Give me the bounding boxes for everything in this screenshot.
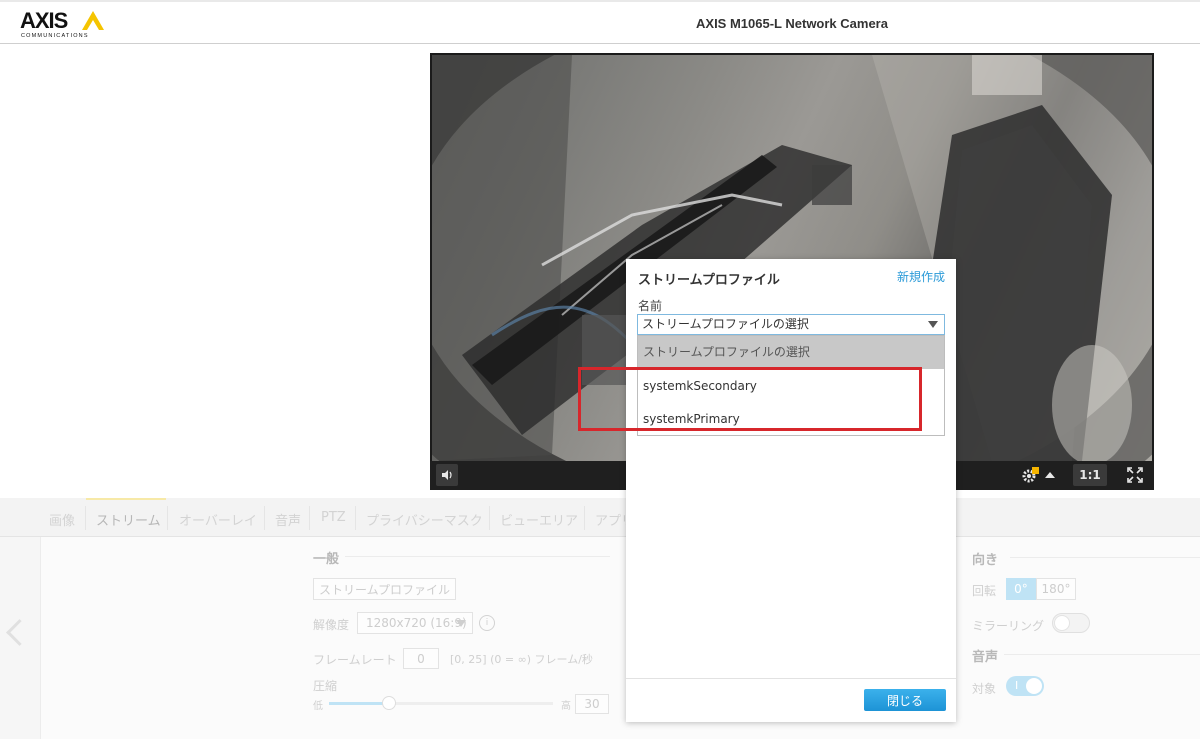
fullscreen-icon[interactable] xyxy=(1124,464,1146,486)
rotation-180-button[interactable]: 180° xyxy=(1036,578,1076,600)
option-placeholder[interactable]: ストリームプロファイルの選択 xyxy=(638,336,944,369)
mirroring-toggle[interactable] xyxy=(1052,613,1090,633)
framerate-label: フレームレート xyxy=(313,653,397,667)
caret-up-icon[interactable] xyxy=(1041,464,1059,486)
tab-overlay[interactable]: オーバーレイ xyxy=(179,510,257,529)
orientation-heading: 向き xyxy=(972,553,999,568)
close-button[interactable]: 閉じる xyxy=(864,689,946,711)
compression-label: 圧縮 xyxy=(313,679,338,693)
dialog-title: ストリームプロファイル xyxy=(638,273,780,288)
audio-target-label: 対象 xyxy=(972,682,997,696)
stream-profile-button[interactable]: ストリームプロファイル xyxy=(313,578,456,600)
compression-low-label: 低 xyxy=(313,701,323,712)
dropdown-arrow-icon xyxy=(928,321,938,328)
tab-image[interactable]: 画像 xyxy=(49,510,75,529)
info-icon[interactable]: i xyxy=(479,615,495,631)
tab-stream[interactable]: ストリーム xyxy=(96,510,161,529)
highlight-box xyxy=(578,367,922,431)
general-heading: 一般 xyxy=(313,552,340,567)
settings-gear-icon[interactable] xyxy=(1019,464,1041,486)
page-title: AXIS M1065-L Network Camera xyxy=(696,16,888,31)
profile-select[interactable]: ストリームプロファイルの選択 xyxy=(637,314,945,335)
tab-audio[interactable]: 音声 xyxy=(275,510,301,529)
ratio-button[interactable]: 1:1 xyxy=(1073,464,1107,486)
resolution-label: 解像度 xyxy=(313,618,350,632)
tab-ptz[interactable]: PTZ xyxy=(321,510,346,525)
compression-high-label: 高 xyxy=(561,701,571,712)
rotation-0-button[interactable]: 0° xyxy=(1006,578,1036,600)
app-header: AXIS COMMUNICATIONS AXIS M1065-L Network… xyxy=(0,0,1200,44)
audio-target-toggle[interactable]: I xyxy=(1006,676,1044,696)
resolution-select[interactable]: 1280x720 (16:9) xyxy=(357,612,473,634)
volume-icon[interactable] xyxy=(436,464,458,486)
new-profile-link[interactable]: 新規作成 xyxy=(897,268,945,285)
framerate-input[interactable]: 0 xyxy=(403,648,439,669)
settings-tabs: 画像 ストリーム オーバーレイ 音声 PTZ プライバシーマスク ビューエリア … xyxy=(0,498,1200,537)
rotation-label: 回転 xyxy=(972,584,997,598)
dropdown-arrow-icon xyxy=(456,620,466,627)
tab-view-area[interactable]: ビューエリア xyxy=(500,510,578,529)
stream-profile-dialog: ストリームプロファイル 新規作成 名前 ストリームプロファイルの選択 ストリーム… xyxy=(626,259,956,722)
audio-heading: 音声 xyxy=(972,650,999,665)
logo-subtext: COMMUNICATIONS xyxy=(21,33,89,39)
framerate-hint: [0, 25] (0 = ∞) フレーム/秒 xyxy=(450,653,593,666)
mirroring-label: ミラーリング xyxy=(972,619,1045,633)
compression-slider[interactable] xyxy=(329,696,553,710)
name-label: 名前 xyxy=(638,299,663,313)
compression-input[interactable]: 30 xyxy=(575,694,609,714)
tab-privacy-mask[interactable]: プライバシーマスク xyxy=(366,510,483,529)
compression-slider-fill xyxy=(329,702,390,705)
